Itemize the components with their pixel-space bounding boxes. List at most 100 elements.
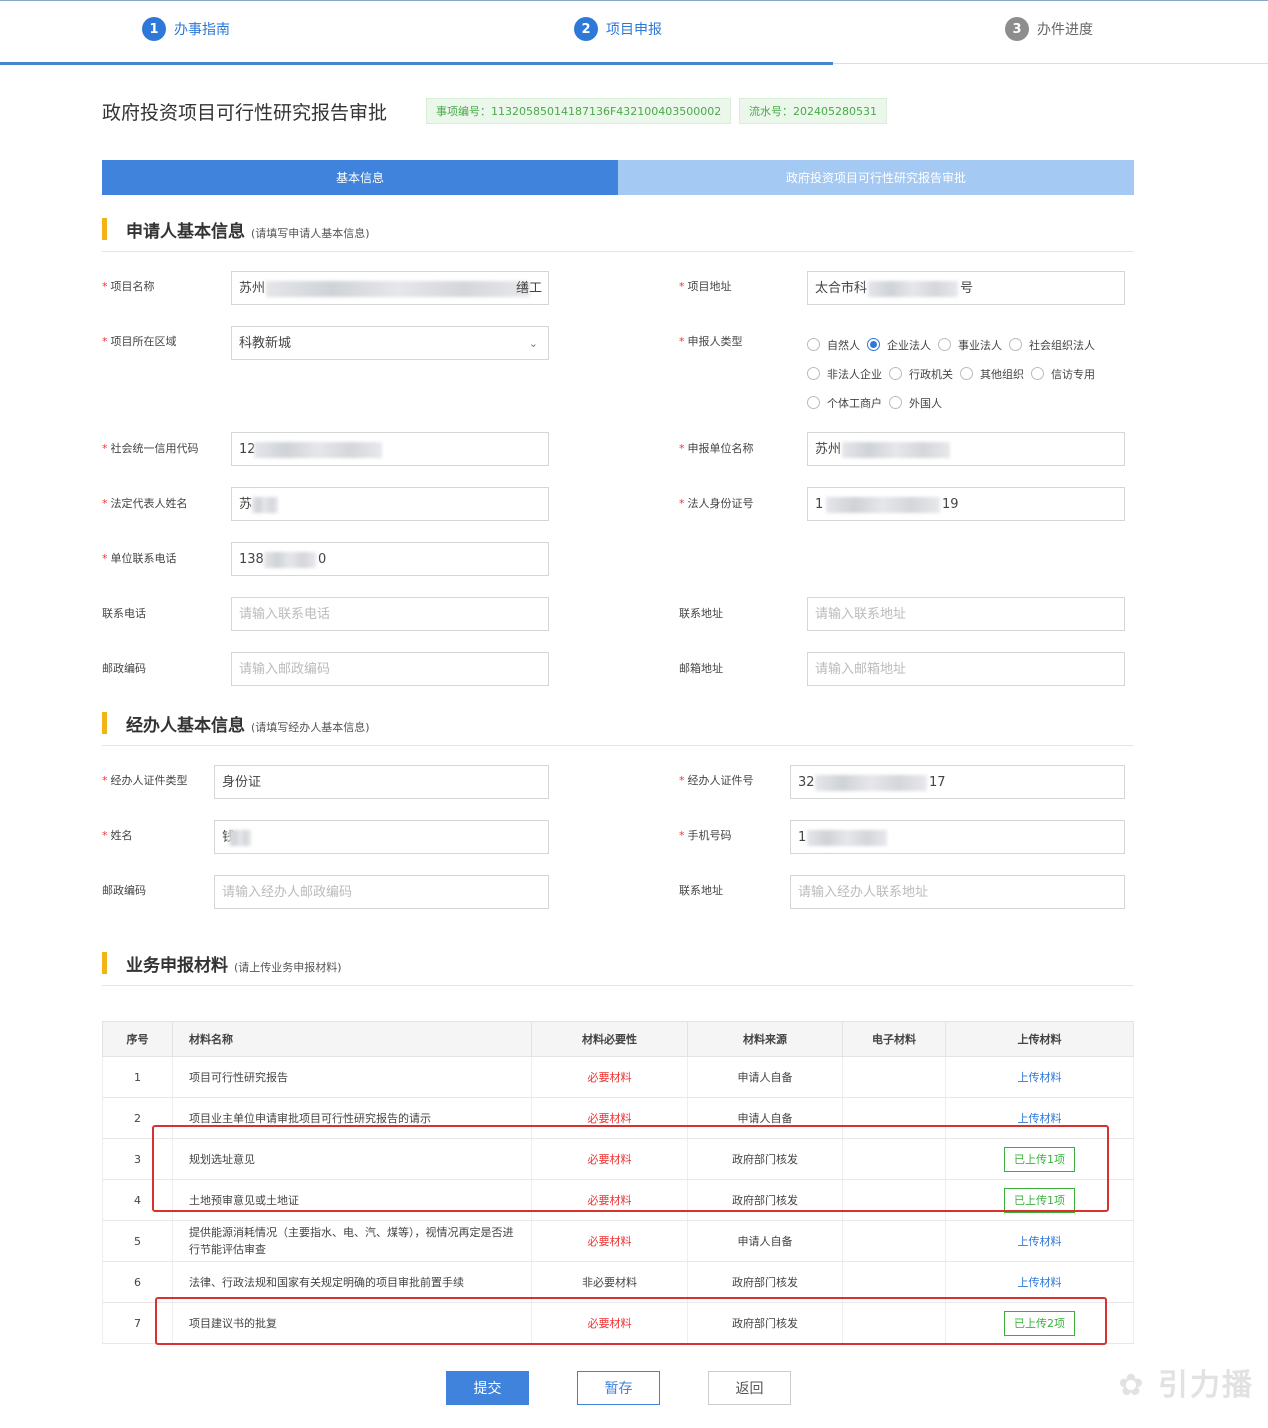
agent-name-label: * 姓名 bbox=[102, 829, 133, 842]
section-bar bbox=[102, 952, 107, 974]
redacted-mask bbox=[264, 552, 316, 568]
redacted-mask bbox=[815, 775, 927, 791]
step-label: 办件进度 bbox=[1037, 22, 1093, 38]
applicant-type-label: * 申报人类型 bbox=[679, 335, 743, 348]
material-source: 申请人自备 bbox=[687, 1220, 843, 1262]
material-source: 申请人自备 bbox=[687, 1056, 843, 1098]
step-guide[interactable]: 1 办事指南 bbox=[142, 17, 230, 41]
save-draft-button[interactable]: 暂存 bbox=[577, 1371, 660, 1405]
agent-section-header: 经办人基本信息 (请填写经办人基本信息) bbox=[102, 706, 1134, 746]
step-apply[interactable]: 2 项目申报 bbox=[574, 17, 662, 41]
section-title: 经办人基本信息 bbox=[126, 716, 245, 736]
col-header-electronic: 电子材料 bbox=[842, 1021, 946, 1057]
postcode-label: 邮政编码 bbox=[102, 662, 146, 675]
contact-address-input[interactable]: 请输入联系地址 bbox=[807, 597, 1125, 631]
section-hint: (请填写申请人基本信息) bbox=[251, 227, 370, 240]
material-name: 提供能源消耗情况（主要指水、电、汽、煤等），视情况再定是否进行节能评估审查 bbox=[172, 1220, 532, 1262]
item-number-tag: 事项编号：11320585014187136F432100403500002 bbox=[426, 98, 732, 124]
mail-address-input[interactable]: 请输入邮箱地址 bbox=[807, 652, 1125, 686]
radio-foreigner[interactable]: 外国人 bbox=[889, 395, 942, 411]
radio-government-agency[interactable]: 行政机关 bbox=[889, 366, 953, 382]
row-number: 1 bbox=[102, 1056, 173, 1098]
project-name-input[interactable]: 苏州 缮工 bbox=[231, 271, 549, 305]
electronic-material bbox=[842, 1056, 946, 1098]
submit-button[interactable]: 提交 bbox=[446, 1371, 529, 1405]
agent-address-label: 联系地址 bbox=[679, 884, 723, 897]
credit-code-input[interactable]: 12 bbox=[231, 432, 549, 466]
region-select[interactable]: 科教新城 ⌄ bbox=[231, 326, 549, 360]
applicant-type-radio-group: 自然人 企业法人 事业法人 社会组织法人 非法人企业 行政机关 其他组织 信访专… bbox=[807, 330, 1137, 417]
redacted-mask bbox=[842, 442, 950, 458]
material-name: 项目可行性研究报告 bbox=[172, 1056, 532, 1098]
radio-non-legal-enterprise[interactable]: 非法人企业 bbox=[807, 366, 882, 382]
watermark-logo: ✿ 引力播 bbox=[1118, 1368, 1254, 1403]
upload-material-link[interactable]: 上传材料 bbox=[1018, 1112, 1062, 1125]
tab-feasibility-approval[interactable]: 政府投资项目可行性研究报告审批 bbox=[618, 160, 1134, 195]
mail-address-label: 邮箱地址 bbox=[679, 662, 723, 675]
contact-phone-input[interactable]: 请输入联系电话 bbox=[231, 597, 549, 631]
project-name-label: * 项目名称 bbox=[102, 280, 155, 293]
legal-rep-label: * 法定代表人姓名 bbox=[102, 497, 188, 510]
section-bar bbox=[102, 712, 107, 734]
step-number: 3 bbox=[1005, 17, 1029, 41]
redacted-mask bbox=[252, 497, 278, 513]
agent-address-input[interactable]: 请输入经办人联系地址 bbox=[790, 875, 1125, 909]
radio-natural-person[interactable]: 自然人 bbox=[807, 337, 860, 353]
radio-other-org[interactable]: 其他组织 bbox=[960, 366, 1024, 382]
back-button[interactable]: 返回 bbox=[708, 1371, 791, 1405]
section-hint: (请填写经办人基本信息) bbox=[251, 721, 370, 734]
col-header-source: 材料来源 bbox=[687, 1021, 843, 1057]
radio-institution-legal[interactable]: 事业法人 bbox=[938, 337, 1002, 353]
step-progress-status[interactable]: 3 办件进度 bbox=[1005, 17, 1093, 41]
step-progress: 1 办事指南 2 项目申报 3 办件进度 bbox=[0, 0, 1268, 65]
redacted-mask bbox=[254, 442, 382, 458]
section-bar bbox=[102, 218, 107, 240]
section-title: 申请人基本信息 bbox=[126, 222, 245, 242]
material-necessity: 必要材料 bbox=[531, 1220, 688, 1262]
upload-material-link[interactable]: 上传材料 bbox=[1018, 1276, 1062, 1289]
section-title: 业务申报材料 bbox=[126, 956, 228, 976]
postcode-input[interactable]: 请输入邮政编码 bbox=[231, 652, 549, 686]
page-title: 政府投资项目可行性研究报告审批 bbox=[102, 102, 388, 124]
col-header-upload: 上传材料 bbox=[945, 1021, 1134, 1057]
unit-name-input[interactable]: 苏州 bbox=[807, 432, 1125, 466]
agent-postcode-input[interactable]: 请输入经办人邮政编码 bbox=[214, 875, 549, 909]
chevron-down-icon: ⌄ bbox=[528, 337, 538, 350]
electronic-material bbox=[842, 1220, 946, 1262]
region-label: * 项目所在区域 bbox=[102, 335, 177, 348]
redacted-mask bbox=[807, 830, 887, 846]
step-number: 2 bbox=[574, 17, 598, 41]
agent-name-input[interactable]: 钱 bbox=[214, 820, 549, 854]
agent-id-no-input[interactable]: 32 17 bbox=[790, 765, 1125, 799]
radio-social-org-legal[interactable]: 社会组织法人 bbox=[1009, 337, 1095, 353]
legal-id-input[interactable]: 1 19 bbox=[807, 487, 1125, 521]
radio-petition[interactable]: 信访专用 bbox=[1031, 366, 1095, 382]
form-tabs: 基本信息 政府投资项目可行性研究报告审批 bbox=[102, 160, 1134, 195]
project-address-label: * 项目地址 bbox=[679, 280, 732, 293]
agent-id-type-label: * 经办人证件类型 bbox=[102, 774, 188, 787]
contact-phone-label: 联系电话 bbox=[102, 607, 146, 620]
agent-postcode-label: 邮政编码 bbox=[102, 884, 146, 897]
agent-id-type-input[interactable]: 身份证 bbox=[214, 765, 549, 799]
row-number: 5 bbox=[102, 1220, 173, 1262]
materials-section-header: 业务申报材料 (请上传业务申报材料) bbox=[102, 946, 1134, 986]
upload-material-link[interactable]: 上传材料 bbox=[1018, 1071, 1062, 1084]
legal-rep-input[interactable]: 苏 bbox=[231, 487, 549, 521]
col-header-necessity: 材料必要性 bbox=[531, 1021, 688, 1057]
serial-number-tag: 流水号：202405280531 bbox=[739, 98, 887, 124]
redacted-mask bbox=[266, 281, 530, 297]
project-address-input[interactable]: 太合市科 号 bbox=[807, 271, 1125, 305]
unit-phone-label: * 单位联系电话 bbox=[102, 552, 177, 565]
agent-mobile-input[interactable]: 1 bbox=[790, 820, 1125, 854]
radio-enterprise-legal[interactable]: 企业法人 bbox=[867, 337, 931, 353]
upload-material-link[interactable]: 上传材料 bbox=[1018, 1235, 1062, 1248]
radio-individual-business[interactable]: 个体工商户 bbox=[807, 395, 882, 411]
agent-mobile-label: * 手机号码 bbox=[679, 829, 732, 842]
credit-code-label: * 社会统一信用代码 bbox=[102, 442, 199, 455]
unit-name-label: * 申报单位名称 bbox=[679, 442, 754, 455]
col-header-no: 序号 bbox=[102, 1021, 173, 1057]
section-hint: (请上传业务申报材料) bbox=[234, 961, 342, 974]
legal-id-label: * 法人身份证号 bbox=[679, 497, 754, 510]
unit-phone-input[interactable]: 138 0 bbox=[231, 542, 549, 576]
tab-basic-info[interactable]: 基本信息 bbox=[102, 160, 618, 195]
